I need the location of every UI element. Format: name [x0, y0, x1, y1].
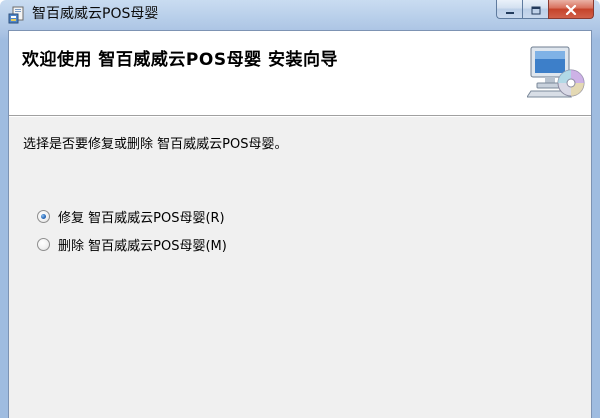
close-icon — [565, 0, 577, 19]
caption-buttons — [496, 0, 594, 20]
remove-radio[interactable] — [37, 237, 50, 251]
action-prompt: 选择是否要修复或删除 智百威威云POS母婴。 — [23, 137, 288, 152]
wizard-content: 欢迎使用 智百威威云POS母婴 安装向导 选择是否要修复或删除 智百威威云POS… — [8, 30, 592, 418]
wizard-header: 欢迎使用 智百威威云POS母婴 安装向导 — [9, 31, 591, 116]
installer-window: 智百威威云POS母婴 欢迎使用 智百威威云POS母婴 安装向导 选择是否要修复或… — [0, 0, 600, 418]
wizard-title: 欢迎使用 智百威威云POS母婴 安装向导 — [22, 50, 338, 70]
minimize-button[interactable] — [496, 0, 522, 19]
window-title: 智百威威云POS母婴 — [32, 6, 159, 22]
repair-option[interactable]: 修复 智百威威云POS母婴(R) — [37, 207, 225, 226]
close-button[interactable] — [548, 0, 594, 19]
remove-option[interactable]: 删除 智百威威云POS母婴(M) — [37, 235, 227, 254]
installer-icon — [8, 6, 26, 24]
maximize-icon — [531, 0, 541, 19]
computer-disc-icon — [526, 45, 585, 101]
repair-label[interactable]: 修复 智百威威云POS母婴(R) — [58, 207, 225, 226]
minimize-icon — [505, 0, 515, 19]
remove-label[interactable]: 删除 智百威威云POS母婴(M) — [58, 235, 227, 254]
repair-radio[interactable] — [37, 209, 50, 223]
maximize-button[interactable] — [522, 0, 548, 19]
title-bar[interactable]: 智百威威云POS母婴 — [0, 0, 600, 30]
